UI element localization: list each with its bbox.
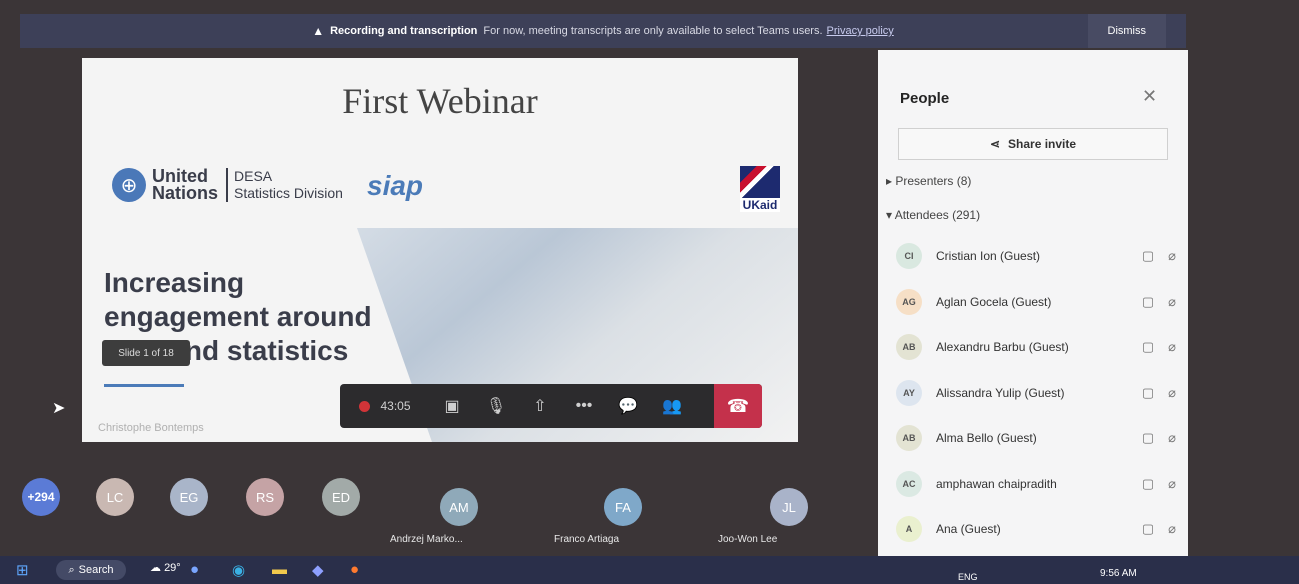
ukaid-label: UKaid [740, 198, 780, 212]
person-row[interactable]: A Ana (Guest) ▢ ⌀ [896, 511, 1176, 547]
mic-off-icon: ⌀ [1168, 293, 1176, 309]
avatar: A [896, 516, 922, 542]
attendees-section[interactable]: ▾ Attendees (291) [886, 208, 980, 222]
slide-author: Christophe Bontemps [98, 422, 204, 434]
meeting-controls: 43:05 ▣ 🎙 ⇧ ••• 💬 👥 ☎ [340, 384, 762, 428]
share-icon: ⋖ [989, 137, 1001, 151]
participant-avatar[interactable]: EG [170, 478, 208, 516]
leave-call-icon[interactable]: ☎ [714, 384, 762, 428]
clock[interactable]: 9:56 AM [1100, 568, 1137, 579]
camera-off-icon: ▢ [1141, 384, 1155, 400]
participant-avatar[interactable]: LC [96, 478, 134, 516]
share-invite-button[interactable]: ⋖ Share invite [898, 128, 1168, 160]
chevron-right-icon: ▸ [886, 174, 896, 188]
participant-avatar[interactable]: FA [604, 488, 642, 526]
camera-off-icon: ▢ [1141, 293, 1155, 309]
share-screen-icon[interactable]: ⇧ [518, 384, 562, 428]
overflow-participants-button[interactable]: +294 [22, 478, 60, 516]
edge-icon[interactable]: ◉ [232, 561, 245, 579]
un-logo: ⊕ United Nations DESA Statistics Division [112, 166, 343, 203]
banner-message: For now, meeting transcripts are only av… [483, 25, 823, 37]
participant-avatar[interactable]: ED [322, 478, 360, 516]
person-name: Aglan Gocela (Guest) [936, 294, 1052, 309]
firefox-icon[interactable]: ● [350, 561, 359, 578]
participant-avatar[interactable]: RS [246, 478, 284, 516]
record-dot-icon [359, 400, 371, 412]
teams-icon[interactable]: ● [190, 561, 199, 578]
windows-start-icon[interactable]: ⊞ [16, 561, 29, 579]
mic-off-icon: ⌀ [1168, 430, 1176, 445]
search-icon: ⌕ [68, 563, 75, 576]
slide-counter: Slide 1 of 18 [102, 340, 190, 366]
slide-divider [104, 384, 184, 387]
siap-logo: siap [367, 170, 424, 201]
person-row[interactable]: CI Cristian Ion (Guest) ▢ ⌀ [896, 238, 1176, 274]
participant-name: Joo-Won Lee [718, 534, 778, 545]
people-icon[interactable]: 👥 [650, 384, 694, 428]
store-icon[interactable]: ◆ [312, 561, 324, 579]
avatar: AY [896, 379, 922, 406]
person-row[interactable]: AY Alissandra Yulip (Guest) ▢ ⌀ [896, 375, 1176, 411]
mic-off-icon: ⌀ [1168, 521, 1176, 536]
mic-off-icon[interactable]: 🎙 [474, 384, 518, 428]
camera-off-icon: ▢ [1141, 339, 1155, 354]
weather-widget[interactable]: ☁ 29° [150, 561, 181, 574]
person-row[interactable]: AG Aglan Gocela (Guest) ▢ ⌀ [896, 284, 1176, 320]
recording-timer: 43:05 [340, 399, 430, 413]
more-options-icon[interactable]: ••• [562, 384, 606, 428]
participant-name: Andrzej Marko... [390, 534, 463, 545]
mic-off-icon: ⌀ [1168, 475, 1176, 491]
people-panel: People ✕ ⋖ Share invite ▸ Presenters (8)… [878, 50, 1188, 558]
camera-off-icon: ▢ [1141, 430, 1155, 445]
person-name: Alissandra Yulip (Guest) [936, 385, 1065, 400]
share-invite-label: Share invite [1008, 137, 1077, 151]
desa-label: DESA Statistics Division [226, 168, 343, 202]
warning-icon: ▲ [312, 24, 325, 38]
camera-off-icon: ▢ [1141, 521, 1155, 536]
person-name: Alexandru Barbu (Guest) [936, 340, 1069, 354]
banner-title: Recording and transcription [330, 25, 478, 37]
recording-banner: ▲ Recording and transcription For now, m… [20, 14, 1186, 48]
mic-off-icon: ⌀ [1168, 339, 1176, 354]
avatar: AG [896, 288, 922, 315]
person-name: Ana (Guest) [936, 522, 1001, 536]
person-name: Cristian Ion (Guest) [936, 249, 1041, 263]
camera-off-icon: ▢ [1141, 475, 1155, 491]
participant-avatar[interactable]: AM [440, 488, 478, 526]
slide-title: First Webinar [342, 81, 538, 121]
mic-off-icon: ⌀ [1168, 248, 1176, 263]
cursor-icon: ➤ [52, 400, 66, 417]
panel-title: People [900, 90, 950, 107]
un-name: United Nations [152, 166, 219, 203]
camera-off-icon[interactable]: ▣ [430, 384, 474, 428]
avatar: AC [896, 470, 922, 497]
presenters-section[interactable]: ▸ Presenters (8) [886, 174, 971, 188]
person-row[interactable]: AB Alma Bello (Guest) ▢ ⌀ [896, 420, 1176, 456]
participant-avatar[interactable]: JL [770, 488, 808, 526]
person-row[interactable]: AB Alexandru Barbu (Guest) ▢ ⌀ [896, 329, 1176, 365]
person-name: Alma Bello (Guest) [936, 431, 1037, 445]
chevron-down-icon: ▾ [886, 208, 895, 222]
person-row[interactable]: AC amphawan chaipradith ▢ ⌀ [896, 466, 1176, 502]
privacy-policy-link[interactable]: Privacy policy [827, 25, 894, 37]
chat-icon[interactable]: 💬 [606, 384, 650, 428]
taskbar-search[interactable]: ⌕ Search [56, 560, 126, 580]
folder-icon[interactable]: ▬ [272, 561, 287, 578]
camera-off-icon: ▢ [1141, 248, 1155, 263]
mic-off-icon: ⌀ [1168, 384, 1176, 400]
participant-name: Franco Artiaga [554, 534, 620, 545]
avatar: CI [896, 243, 922, 269]
avatar: AB [896, 425, 922, 451]
dismiss-button[interactable]: Dismiss [1087, 14, 1166, 48]
timer-text: 43:05 [380, 399, 411, 413]
language-indicator[interactable]: ENG [958, 572, 978, 582]
person-name: amphawan chaipradith [936, 476, 1057, 491]
un-emblem-icon: ⊕ [112, 168, 146, 202]
avatar: AB [896, 334, 922, 360]
close-icon[interactable]: ✕ [1142, 86, 1157, 107]
